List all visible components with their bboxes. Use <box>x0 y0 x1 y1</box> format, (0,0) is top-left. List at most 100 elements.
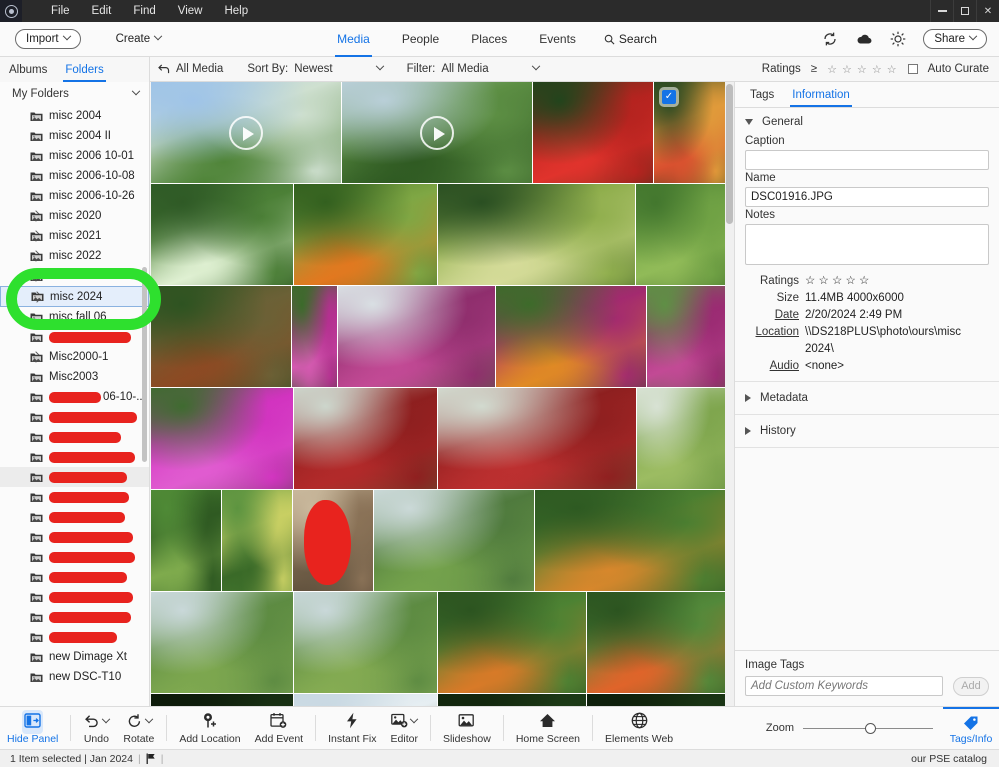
tab-places[interactable]: Places <box>455 22 523 57</box>
metadata-key[interactable]: Audio <box>743 358 805 375</box>
folder-item[interactable]: Misc2003 <box>0 367 149 387</box>
history-section-header[interactable]: History <box>735 415 999 447</box>
tool-undo[interactable]: Undo <box>76 707 116 750</box>
ratings-operator[interactable]: ≥ <box>811 63 817 75</box>
zoom-slider-handle[interactable] <box>865 722 876 734</box>
metadata-key[interactable]: Date <box>743 307 805 324</box>
media-thumbnail[interactable] <box>151 184 293 285</box>
media-thumbnail[interactable] <box>533 82 653 183</box>
folder-item[interactable] <box>0 527 149 547</box>
folder-item[interactable]: new Dimage Xt <box>0 647 149 667</box>
close-button[interactable]: ✕ <box>976 0 999 22</box>
create-button[interactable]: Create <box>116 31 163 45</box>
sidebar-scrollbar-thumb[interactable] <box>142 267 147 462</box>
media-thumbnail[interactable] <box>438 184 635 285</box>
tool-add-location[interactable]: Add Location <box>172 707 247 750</box>
media-thumbnail[interactable] <box>647 286 727 387</box>
maximize-button[interactable] <box>953 0 976 22</box>
tool-instant-fix[interactable]: Instant Fix <box>321 707 383 750</box>
folder-item[interactable] <box>0 547 149 567</box>
media-thumbnail[interactable] <box>151 388 293 489</box>
metadata-key[interactable]: Location <box>743 324 805 358</box>
media-thumbnail[interactable] <box>636 184 726 285</box>
zoom-slider-track[interactable] <box>803 722 933 734</box>
chevron-down-icon[interactable] <box>144 714 154 723</box>
folder-item[interactable] <box>0 607 149 627</box>
folder-item[interactable] <box>0 407 149 427</box>
tool-elements-web[interactable]: Elements Web <box>598 707 680 750</box>
tab-albums[interactable]: Albums <box>0 58 56 82</box>
media-thumbnail[interactable] <box>637 388 726 489</box>
tags-info-toggle[interactable]: Tags/Info <box>943 706 999 750</box>
media-thumbnail[interactable] <box>294 694 437 706</box>
folder-item[interactable] <box>0 327 149 347</box>
media-thumbnail[interactable] <box>587 694 726 706</box>
folder-item[interactable]: misc 2020 <box>0 206 149 226</box>
tab-tags[interactable]: Tags <box>741 82 783 107</box>
folder-item[interactable]: misc 2022 <box>0 246 149 266</box>
back-to-all-media-button[interactable]: All Media <box>158 63 223 75</box>
folder-item[interactable]: misc 2021 <box>0 226 149 246</box>
folder-item[interactable] <box>0 507 149 527</box>
tool-hide-panel[interactable]: Hide Panel <box>0 707 65 750</box>
media-thumbnail[interactable] <box>338 286 495 387</box>
media-thumbnail[interactable] <box>535 490 727 591</box>
media-thumbnail[interactable] <box>222 490 292 591</box>
folder-item[interactable]: misc 2006-10-08 <box>0 166 149 186</box>
brightness-icon[interactable] <box>889 30 907 48</box>
auto-curate-checkbox[interactable] <box>907 64 918 74</box>
import-button[interactable]: Import <box>15 29 81 49</box>
folder-item[interactable]: misc 2006 10-01 <box>0 146 149 166</box>
media-thumbnail[interactable]: ✓ <box>654 82 726 183</box>
tab-media[interactable]: Media <box>321 22 386 57</box>
flag-icon[interactable] <box>146 753 156 764</box>
media-thumbnail[interactable] <box>496 286 646 387</box>
folder-item[interactable]: 06-10-.. <box>0 387 149 407</box>
media-thumbnail[interactable] <box>151 82 341 183</box>
media-grid[interactable]: ✓ <box>151 82 734 706</box>
ratings-stars[interactable]: ☆ ☆ ☆ ☆ ☆ <box>827 63 898 76</box>
folder-item[interactable]: new DSC-T10 <box>0 667 149 687</box>
tool-slideshow[interactable]: Slideshow <box>436 707 498 750</box>
folders-sidebar[interactable]: My Folders misc 2004 misc 2004 II misc 200… <box>0 82 150 706</box>
minimize-button[interactable] <box>930 0 953 22</box>
tool-rotate[interactable]: Rotate <box>116 707 161 750</box>
my-folders-header[interactable]: My Folders <box>0 82 149 106</box>
menu-view[interactable]: View <box>167 2 214 20</box>
media-thumbnail[interactable] <box>294 388 437 489</box>
grid-scrollbar-thumb[interactable] <box>726 84 733 224</box>
tool-editor[interactable]: Editor <box>384 707 425 750</box>
folder-item[interactable] <box>0 487 149 507</box>
tab-folders[interactable]: Folders <box>56 58 112 82</box>
media-thumbnail[interactable] <box>151 286 291 387</box>
media-thumbnail[interactable] <box>293 490 373 591</box>
folder-item[interactable] <box>0 587 149 607</box>
chevron-down-icon[interactable] <box>102 714 111 723</box>
filter-control[interactable]: Filter: All Media <box>407 61 540 75</box>
media-thumbnail[interactable] <box>438 694 586 706</box>
name-input[interactable]: DSC01916.JPG <box>745 187 989 207</box>
general-section-header[interactable]: General <box>735 108 999 133</box>
folder-item[interactable]: misc 2024 <box>0 286 149 307</box>
menu-edit[interactable]: Edit <box>81 2 123 20</box>
folder-item[interactable]: misc 2023 <box>0 266 149 286</box>
folder-item[interactable]: misc fall 06 <box>0 307 149 327</box>
media-thumbnail[interactable] <box>374 490 534 591</box>
folder-item[interactable] <box>0 427 149 447</box>
menu-file[interactable]: File <box>40 2 81 20</box>
metadata-section-header[interactable]: Metadata <box>735 382 999 414</box>
folder-item[interactable]: misc 2004 II <box>0 126 149 146</box>
tab-people[interactable]: People <box>386 22 455 57</box>
folder-item[interactable]: Misc2000-1 <box>0 347 149 367</box>
tab-information[interactable]: Information <box>783 82 859 107</box>
refresh-icon[interactable] <box>821 30 839 48</box>
tool-add-event[interactable]: Add Event <box>248 707 310 750</box>
media-thumbnail[interactable] <box>294 592 437 693</box>
sort-by-control[interactable]: Sort By: Newest <box>247 61 384 75</box>
notes-input[interactable] <box>745 224 989 265</box>
folder-item[interactable]: misc 2006-10-26 <box>0 186 149 206</box>
folder-item[interactable] <box>0 627 149 647</box>
play-overlay-icon[interactable] <box>420 115 454 150</box>
menu-help[interactable]: Help <box>213 2 259 20</box>
media-thumbnail[interactable] <box>294 184 437 285</box>
